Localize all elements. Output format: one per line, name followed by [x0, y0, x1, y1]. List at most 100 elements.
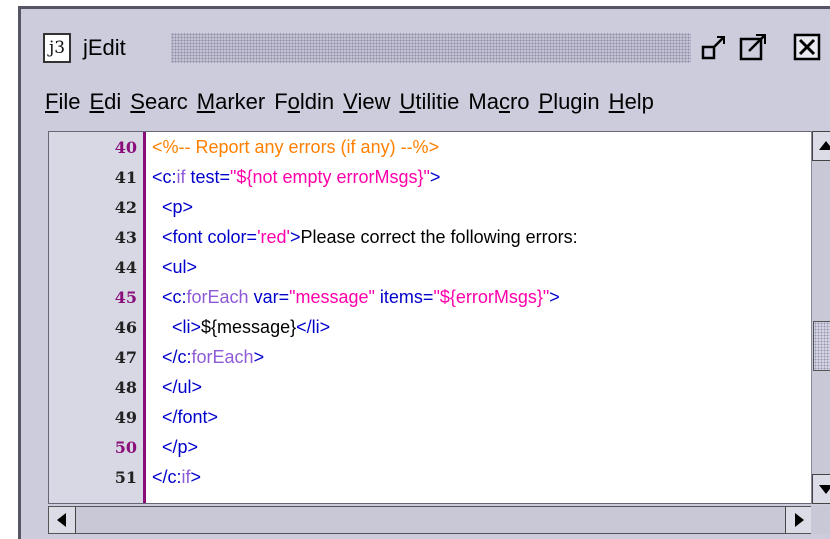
- menu-mnemonic: U: [399, 89, 416, 114]
- vertical-scrollbar[interactable]: [811, 131, 830, 504]
- code-token: test=: [185, 167, 231, 187]
- code-token: <ul>: [152, 257, 198, 277]
- line-number: 45: [114, 288, 137, 307]
- arrow-left-icon: [57, 513, 66, 527]
- vertical-scroll-thumb[interactable]: [813, 321, 830, 371]
- line-number: 49: [114, 408, 137, 427]
- maximize-button[interactable]: [737, 31, 769, 63]
- line-number: 41: [114, 168, 137, 187]
- menu-mnemonic: M: [196, 89, 216, 114]
- menu-searc[interactable]: Searc: [130, 89, 187, 123]
- code-token: >: [549, 287, 560, 307]
- code-token: >: [253, 347, 265, 367]
- menu-foldin[interactable]: Foldin: [274, 89, 334, 123]
- line-number: 44: [114, 258, 137, 277]
- line-number: 47: [114, 348, 137, 367]
- code-token: </font>: [152, 407, 219, 427]
- app-icon: j3: [43, 33, 71, 63]
- jedit-window: j3 jEdit File Edi Searc Marker Foldin Vi…: [18, 6, 830, 539]
- menu-label-part: elp: [624, 89, 654, 114]
- code-line[interactable]: </ul>: [152, 377, 202, 398]
- line-number: 51: [114, 468, 137, 487]
- line-number-gutter[interactable]: 40 41 42 43 44 45 46 47 48 49 50 51: [49, 132, 143, 503]
- line-number: 43: [114, 228, 137, 247]
- menu-view[interactable]: View: [343, 89, 390, 123]
- menu-marker[interactable]: Marker: [197, 89, 265, 123]
- code-line[interactable]: <c:if test="${not empty errorMsgs}">: [152, 167, 440, 188]
- code-token: "${not empty errorMsgs}": [230, 167, 430, 187]
- menu-mnemonic: c: [498, 89, 510, 114]
- code-line[interactable]: <c:forEach var="message" items="${errorM…: [152, 287, 560, 308]
- line-number: 42: [114, 198, 137, 217]
- code-line[interactable]: <p>: [152, 197, 193, 218]
- line-number: 40: [114, 138, 137, 157]
- scroll-up-button[interactable]: [812, 131, 830, 161]
- code-line[interactable]: <ul>: [152, 257, 197, 278]
- text-area[interactable]: 40 41 42 43 44 45 46 47 48 49 50 51 <%-- Report any…: [48, 131, 830, 504]
- code-token: </li>: [296, 317, 331, 337]
- menu-label-part: earc: [144, 89, 188, 114]
- arrow-up-icon: [819, 141, 830, 150]
- code-token: "${errorMsgs}": [433, 287, 550, 307]
- arrow-down-icon: [819, 485, 830, 494]
- menu-help[interactable]: Help: [609, 89, 654, 123]
- menu-edi[interactable]: Edi: [89, 89, 121, 123]
- close-icon: [793, 33, 821, 61]
- minimize-icon: [701, 36, 725, 60]
- menu-macro[interactable]: Macro: [468, 89, 529, 123]
- code-line[interactable]: <li>${message}</li>: [152, 317, 330, 338]
- code-token: >: [190, 467, 202, 487]
- scroll-down-button[interactable]: [812, 474, 830, 504]
- menu-utilitie[interactable]: Utilitie: [399, 89, 459, 123]
- code-token: if: [176, 167, 186, 187]
- menu-label-part: lugin: [553, 89, 600, 114]
- code-token: >: [429, 167, 441, 187]
- menu-mnemonic: S: [130, 89, 145, 114]
- line-number: 50: [114, 438, 137, 457]
- menu-mnemonic: V: [343, 89, 358, 114]
- code-token: <p>: [152, 197, 194, 217]
- menu-mnemonic: P: [538, 89, 554, 114]
- menu-mnemonic: E: [89, 89, 105, 114]
- scroll-right-button[interactable]: [785, 507, 812, 533]
- code-line[interactable]: </p>: [152, 437, 198, 458]
- menu-label-part: tilitie: [415, 89, 460, 114]
- menu-label-part: arker: [215, 89, 266, 114]
- arrow-right-icon: [795, 513, 804, 527]
- line-number: 46: [114, 318, 137, 337]
- close-button[interactable]: [791, 31, 823, 63]
- menu-label-part: ile: [58, 89, 81, 114]
- code-token: </p>: [152, 437, 199, 457]
- code-token: forEach: [191, 347, 254, 367]
- code-token: var=: [248, 287, 290, 307]
- code-line[interactable]: <font color='red'>Please correct the fol…: [152, 227, 578, 248]
- code-line[interactable]: <%-- Report any errors (if any) --%>: [152, 137, 439, 158]
- window-title: jEdit: [83, 35, 126, 60]
- menu-mnemonic: o: [287, 89, 300, 114]
- code-token: </ul>: [152, 377, 203, 397]
- code-token: <%-- Report any errors (if any) --%>: [152, 137, 440, 157]
- code-token: ${message}: [201, 317, 297, 337]
- code-line[interactable]: </font>: [152, 407, 218, 428]
- line-number: 48: [114, 378, 137, 397]
- menu-label-part: ro: [509, 89, 530, 114]
- menu-label-part: ldin: [299, 89, 335, 114]
- code-token: >: [289, 227, 301, 247]
- code-line[interactable]: </c:forEach>: [152, 347, 264, 368]
- code-token: </c:: [152, 347, 192, 367]
- code-token: items=: [374, 287, 434, 307]
- code-token: <c:: [152, 287, 187, 307]
- scroll-left-button[interactable]: [49, 507, 76, 533]
- code-content[interactable]: <%-- Report any errors (if any) --%> <c:i…: [152, 132, 812, 503]
- title-bar[interactable]: j3 jEdit: [31, 23, 826, 75]
- horizontal-scrollbar[interactable]: [48, 506, 813, 534]
- maximize-icon: [739, 34, 766, 61]
- code-token: "message": [289, 287, 375, 307]
- code-line[interactable]: </c:if>: [152, 467, 201, 488]
- menu-plugin[interactable]: Plugin: [539, 89, 600, 123]
- menu-file[interactable]: File: [45, 89, 80, 123]
- menu-label-part: Ma: [468, 89, 499, 114]
- gutter-fold-bar: [143, 132, 146, 503]
- code-token: Please correct the following errors:: [300, 227, 578, 247]
- minimize-button[interactable]: [699, 31, 731, 63]
